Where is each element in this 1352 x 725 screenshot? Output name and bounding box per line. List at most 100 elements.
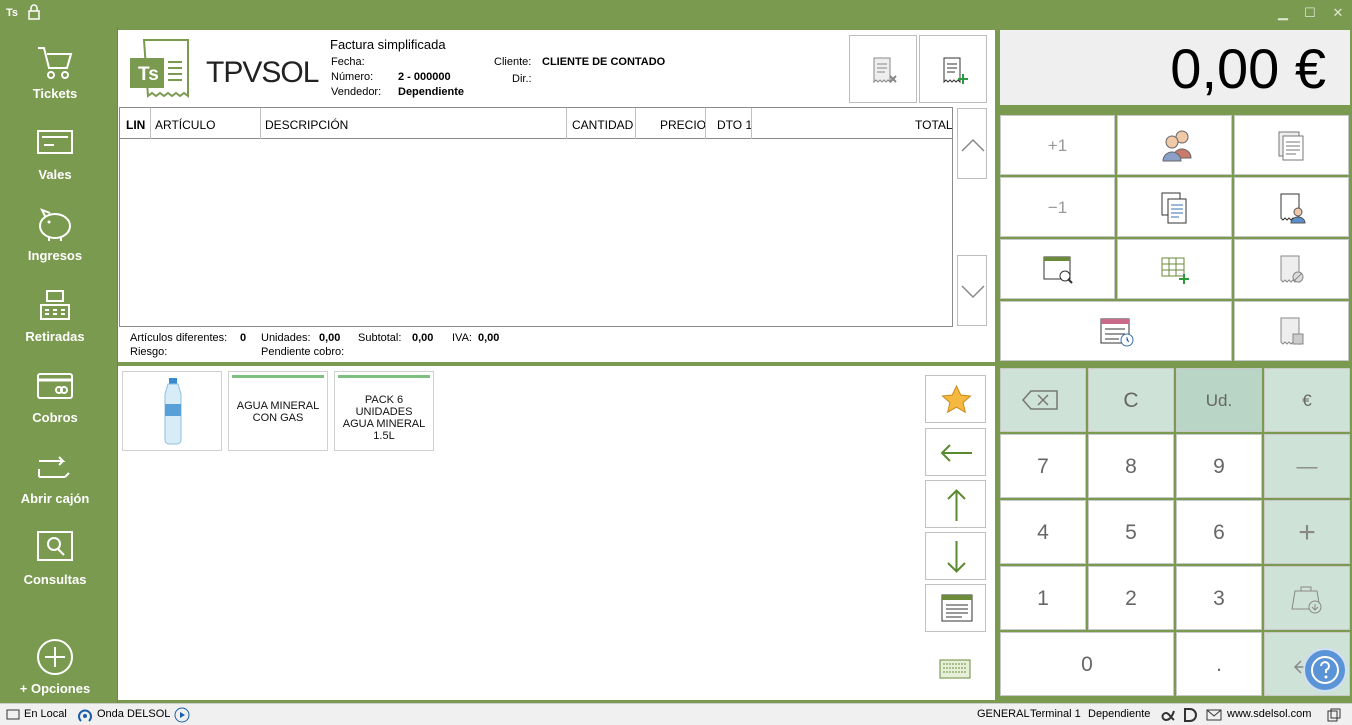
key-7[interactable]: 7 bbox=[1000, 434, 1086, 498]
help-icon bbox=[1311, 656, 1339, 684]
monitor-icon bbox=[6, 709, 20, 720]
col-dto1: DTO 1 bbox=[717, 118, 753, 132]
key-8[interactable]: 8 bbox=[1088, 434, 1174, 498]
page-down-button[interactable] bbox=[925, 532, 986, 580]
key-4[interactable]: 4 bbox=[1000, 500, 1086, 564]
copy-document-button[interactable] bbox=[1117, 177, 1232, 237]
lock-icon[interactable] bbox=[27, 4, 41, 23]
key-2[interactable]: 2 bbox=[1088, 566, 1174, 630]
doc-type: Factura simplificada bbox=[330, 37, 446, 52]
key-2-label: 2 bbox=[1125, 587, 1137, 610]
ticket-lines-table[interactable]: LIN ARTÍCULO DESCRIPCIÓN CANTIDAD PRECIO… bbox=[119, 107, 953, 327]
alpha-icon[interactable] bbox=[1161, 707, 1177, 723]
seller-receipt-icon bbox=[1280, 193, 1306, 224]
sidebar-item-label: Vales bbox=[38, 167, 72, 182]
plus-key[interactable]: + bbox=[1264, 500, 1350, 564]
scroll-up-button[interactable] bbox=[957, 108, 987, 179]
key-0[interactable]: 0 bbox=[1000, 632, 1174, 696]
sidebar-item-label: Abrir cajón bbox=[20, 491, 90, 506]
cash-register-icon bbox=[40, 290, 70, 320]
sidebar-item-tickets[interactable]: Tickets bbox=[0, 32, 110, 113]
page-up-button[interactable] bbox=[925, 480, 986, 528]
backspace-key[interactable] bbox=[1000, 368, 1086, 432]
clear-key[interactable]: C bbox=[1088, 368, 1174, 432]
delete-document-icon bbox=[873, 57, 897, 84]
status-bar: En Local Onda DELSOL GENERAL Terminal 1 … bbox=[0, 703, 1352, 725]
backspace-icon bbox=[1021, 390, 1058, 410]
scroll-down-button[interactable] bbox=[957, 255, 987, 326]
decimal-key[interactable]: . bbox=[1176, 632, 1262, 696]
seller-button[interactable] bbox=[1234, 177, 1349, 237]
sidebar-item-abrir-cajon[interactable]: Abrir cajón bbox=[0, 437, 110, 518]
sidebar-item-consultas[interactable]: Consultas bbox=[0, 518, 110, 599]
sidebar-item-label: Tickets bbox=[32, 86, 78, 101]
app-code: Ts bbox=[6, 7, 19, 19]
new-ticket-button[interactable] bbox=[919, 35, 987, 103]
close-button[interactable]: ✕ bbox=[1326, 3, 1350, 23]
cancel-receipt-icon bbox=[1280, 255, 1304, 284]
vendedor-label: Vendedor: bbox=[331, 86, 382, 98]
euro-key[interactable]: € bbox=[1264, 368, 1350, 432]
sidebar-item-vales[interactable]: Vales bbox=[0, 113, 110, 194]
delete-ticket-button[interactable] bbox=[849, 35, 917, 103]
window-icon[interactable] bbox=[1327, 708, 1341, 722]
onda-icon bbox=[78, 709, 92, 722]
documents-button[interactable] bbox=[1234, 115, 1349, 175]
units-key[interactable]: Ud. bbox=[1176, 368, 1262, 432]
water-bottle-icon bbox=[164, 378, 182, 445]
col-precio: PRECIO bbox=[660, 118, 707, 132]
minus-one-button[interactable]: −1 bbox=[1000, 177, 1115, 237]
products-panel: AGUA MINERAL CON GAS PACK 6 UNIDADES AGU… bbox=[118, 366, 995, 700]
minimize-button[interactable]: ▁ bbox=[1271, 3, 1295, 23]
product-tile[interactable]: PACK 6 UNIDADES AGUA MINERAL 1.5L bbox=[334, 371, 434, 451]
sidebar-item-ingresos[interactable]: Ingresos bbox=[0, 194, 110, 275]
client-button[interactable] bbox=[1117, 115, 1232, 175]
minus-one-label: −1 bbox=[1047, 198, 1068, 217]
key-9-label: 9 bbox=[1213, 455, 1225, 478]
key-1[interactable]: 1 bbox=[1000, 566, 1086, 630]
key-3[interactable]: 3 bbox=[1176, 566, 1262, 630]
piggy-bank-icon bbox=[39, 208, 71, 241]
play-icon[interactable] bbox=[174, 707, 190, 723]
save-document-button[interactable] bbox=[1234, 301, 1349, 361]
document-panel: Ts TPVSOL Factura simplificada Fecha: Nú… bbox=[118, 30, 995, 362]
key-6[interactable]: 6 bbox=[1176, 500, 1262, 564]
arrow-down-icon bbox=[947, 541, 966, 573]
status-web[interactable]: www.sdelsol.com bbox=[1227, 708, 1311, 720]
iva-label: IVA: bbox=[452, 332, 472, 344]
sidebar: Tickets Vales Ingresos Retiradas Cobros … bbox=[0, 27, 118, 703]
scale-key[interactable] bbox=[1264, 566, 1350, 630]
chevron-up-icon bbox=[961, 138, 985, 152]
sidebar-item-retiradas[interactable]: Retiradas bbox=[0, 275, 110, 356]
cliente-value[interactable]: CLIENTE DE CONTADO bbox=[542, 56, 665, 68]
plus-one-label: +1 bbox=[1047, 136, 1068, 155]
options-button[interactable]: + Opciones bbox=[0, 627, 110, 708]
list-window-icon bbox=[941, 594, 973, 622]
sidebar-item-cobros[interactable]: Cobros bbox=[0, 356, 110, 437]
arrow-up-icon bbox=[947, 489, 966, 521]
key-1-label: 1 bbox=[1037, 587, 1049, 610]
back-button[interactable] bbox=[925, 428, 986, 476]
status-local: En Local bbox=[24, 708, 67, 720]
key-9[interactable]: 9 bbox=[1176, 434, 1262, 498]
cancel-document-button[interactable] bbox=[1234, 239, 1349, 299]
plus-one-button[interactable]: +1 bbox=[1000, 115, 1115, 175]
vendedor-value: Dependiente bbox=[398, 86, 465, 98]
search-ticket-button[interactable] bbox=[1000, 239, 1115, 299]
numero-label: Número: bbox=[331, 71, 374, 83]
add-line-button[interactable] bbox=[1117, 239, 1232, 299]
mail-icon[interactable] bbox=[1206, 709, 1222, 721]
product-list-button[interactable] bbox=[925, 584, 986, 632]
key-5[interactable]: 5 bbox=[1088, 500, 1174, 564]
maximize-button[interactable]: ☐ bbox=[1298, 3, 1322, 23]
key-0-label: 0 bbox=[1081, 653, 1093, 676]
favorites-button[interactable] bbox=[925, 375, 986, 423]
calendar-button[interactable] bbox=[1000, 301, 1232, 361]
minus-key[interactable]: — bbox=[1264, 434, 1350, 498]
help-button[interactable] bbox=[1303, 648, 1347, 692]
product-tile[interactable]: AGUA MINERAL CON GAS bbox=[228, 371, 328, 451]
keyboard-icon[interactable] bbox=[939, 658, 971, 685]
d-icon[interactable] bbox=[1182, 707, 1198, 723]
table-add-icon bbox=[1161, 257, 1189, 284]
product-tile[interactable] bbox=[122, 371, 222, 451]
